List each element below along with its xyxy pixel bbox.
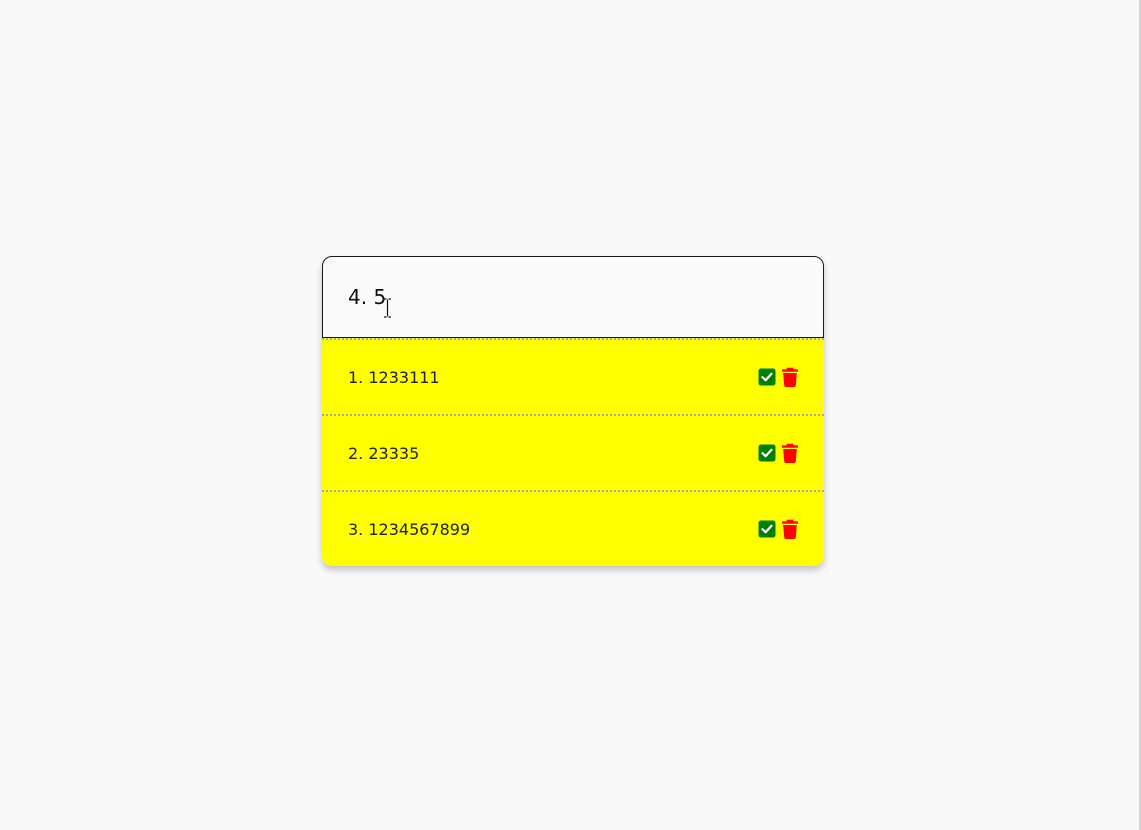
todo-card: 1. 1233111 (322, 256, 824, 566)
todo-item-actions (758, 519, 799, 539)
todo-input[interactable] (322, 256, 824, 338)
trash-icon[interactable] (781, 519, 799, 539)
trash-icon[interactable] (781, 443, 799, 463)
todo-item-label: 2. 23335 (348, 443, 420, 463)
check-square-icon[interactable] (758, 520, 776, 538)
todo-item: 2. 23335 (322, 414, 824, 490)
todo-item-actions (758, 443, 799, 463)
todo-list: 1. 1233111 2. 23335 3. 1234567899 (322, 338, 824, 566)
page: 1. 1233111 (0, 0, 1141, 830)
todo-item: 1. 1233111 (322, 338, 824, 414)
check-square-icon[interactable] (758, 444, 776, 462)
todo-item-label: 1. 1233111 (348, 367, 440, 387)
trash-icon[interactable] (781, 367, 799, 387)
todo-item-label: 3. 1234567899 (348, 519, 471, 539)
check-square-icon[interactable] (758, 368, 776, 386)
todo-item: 3. 1234567899 (322, 490, 824, 566)
todo-item-actions (758, 367, 799, 387)
